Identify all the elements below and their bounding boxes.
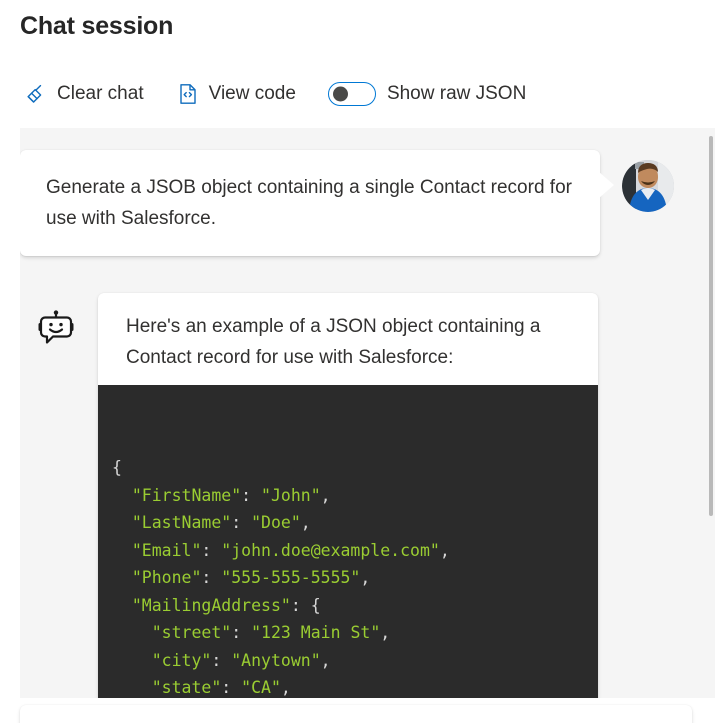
code-line: "street": "123 Main St", xyxy=(151,623,391,642)
bot-icon xyxy=(36,309,76,349)
code-file-icon xyxy=(176,82,200,106)
code-line: "Phone": "555-555-5555", xyxy=(131,568,371,587)
code-line: "Email": "john.doe@example.com", xyxy=(131,540,450,560)
view-code-button[interactable]: View code xyxy=(176,78,296,110)
clear-chat-label: Clear chat xyxy=(57,83,144,104)
bubble-tail-right xyxy=(599,172,614,198)
toolbar: Clear chat View code Show raw JSON xyxy=(24,78,526,110)
chat-scrollbar[interactable] xyxy=(707,128,715,698)
message-assistant: Here's an example of a JSON object conta… xyxy=(36,293,598,698)
clear-chat-button[interactable]: Clear chat xyxy=(24,78,144,110)
show-raw-json-label: Show raw JSON xyxy=(386,83,527,104)
chat-session-page: Chat session Clear chat View code Show r… xyxy=(0,0,715,723)
bubble-tail-left xyxy=(98,315,99,341)
code-line: "city": "Anytown", xyxy=(151,650,331,670)
code-line: "MailingAddress": { xyxy=(131,595,321,615)
show-raw-json-toggle[interactable]: Show raw JSON xyxy=(327,82,527,106)
message-bubble-user: Generate a JSOB object containing a sing… xyxy=(20,150,614,256)
chat-scrollbar-thumb[interactable] xyxy=(709,136,713,516)
chat-scroll-area[interactable]: Generate a JSOB object containing a sing… xyxy=(20,128,715,698)
view-code-label: View code xyxy=(208,83,296,104)
avatar xyxy=(622,160,674,212)
message-text-assistant: Here's an example of a JSON object conta… xyxy=(126,316,541,368)
message-bubble-assistant: Here's an example of a JSON object conta… xyxy=(98,293,598,698)
page-title: Chat session xyxy=(20,12,174,40)
code-line: "state": "CA", xyxy=(151,678,291,697)
message-user: Generate a JSOB object containing a sing… xyxy=(20,150,674,256)
code-line: { xyxy=(112,458,122,477)
copy-icon[interactable] xyxy=(557,401,580,426)
toggle-track[interactable] xyxy=(327,82,376,106)
broom-icon xyxy=(24,82,48,106)
toolbar-spacer-1 xyxy=(144,94,176,95)
code-line: "FirstName": "John", xyxy=(131,485,331,505)
code-block[interactable]: { "FirstName": "John", "LastName": "Doe"… xyxy=(98,385,598,698)
toolbar-spacer-2 xyxy=(296,94,328,95)
toggle-knob xyxy=(332,86,348,102)
user-photo-avatar xyxy=(622,160,674,212)
code-content: { "FirstName": "John", "LastName": "Doe"… xyxy=(112,454,598,698)
message-text-user: Generate a JSOB object containing a sing… xyxy=(46,177,572,229)
code-line: "LastName": "Doe", xyxy=(131,513,311,532)
message-composer[interactable] xyxy=(20,705,692,723)
